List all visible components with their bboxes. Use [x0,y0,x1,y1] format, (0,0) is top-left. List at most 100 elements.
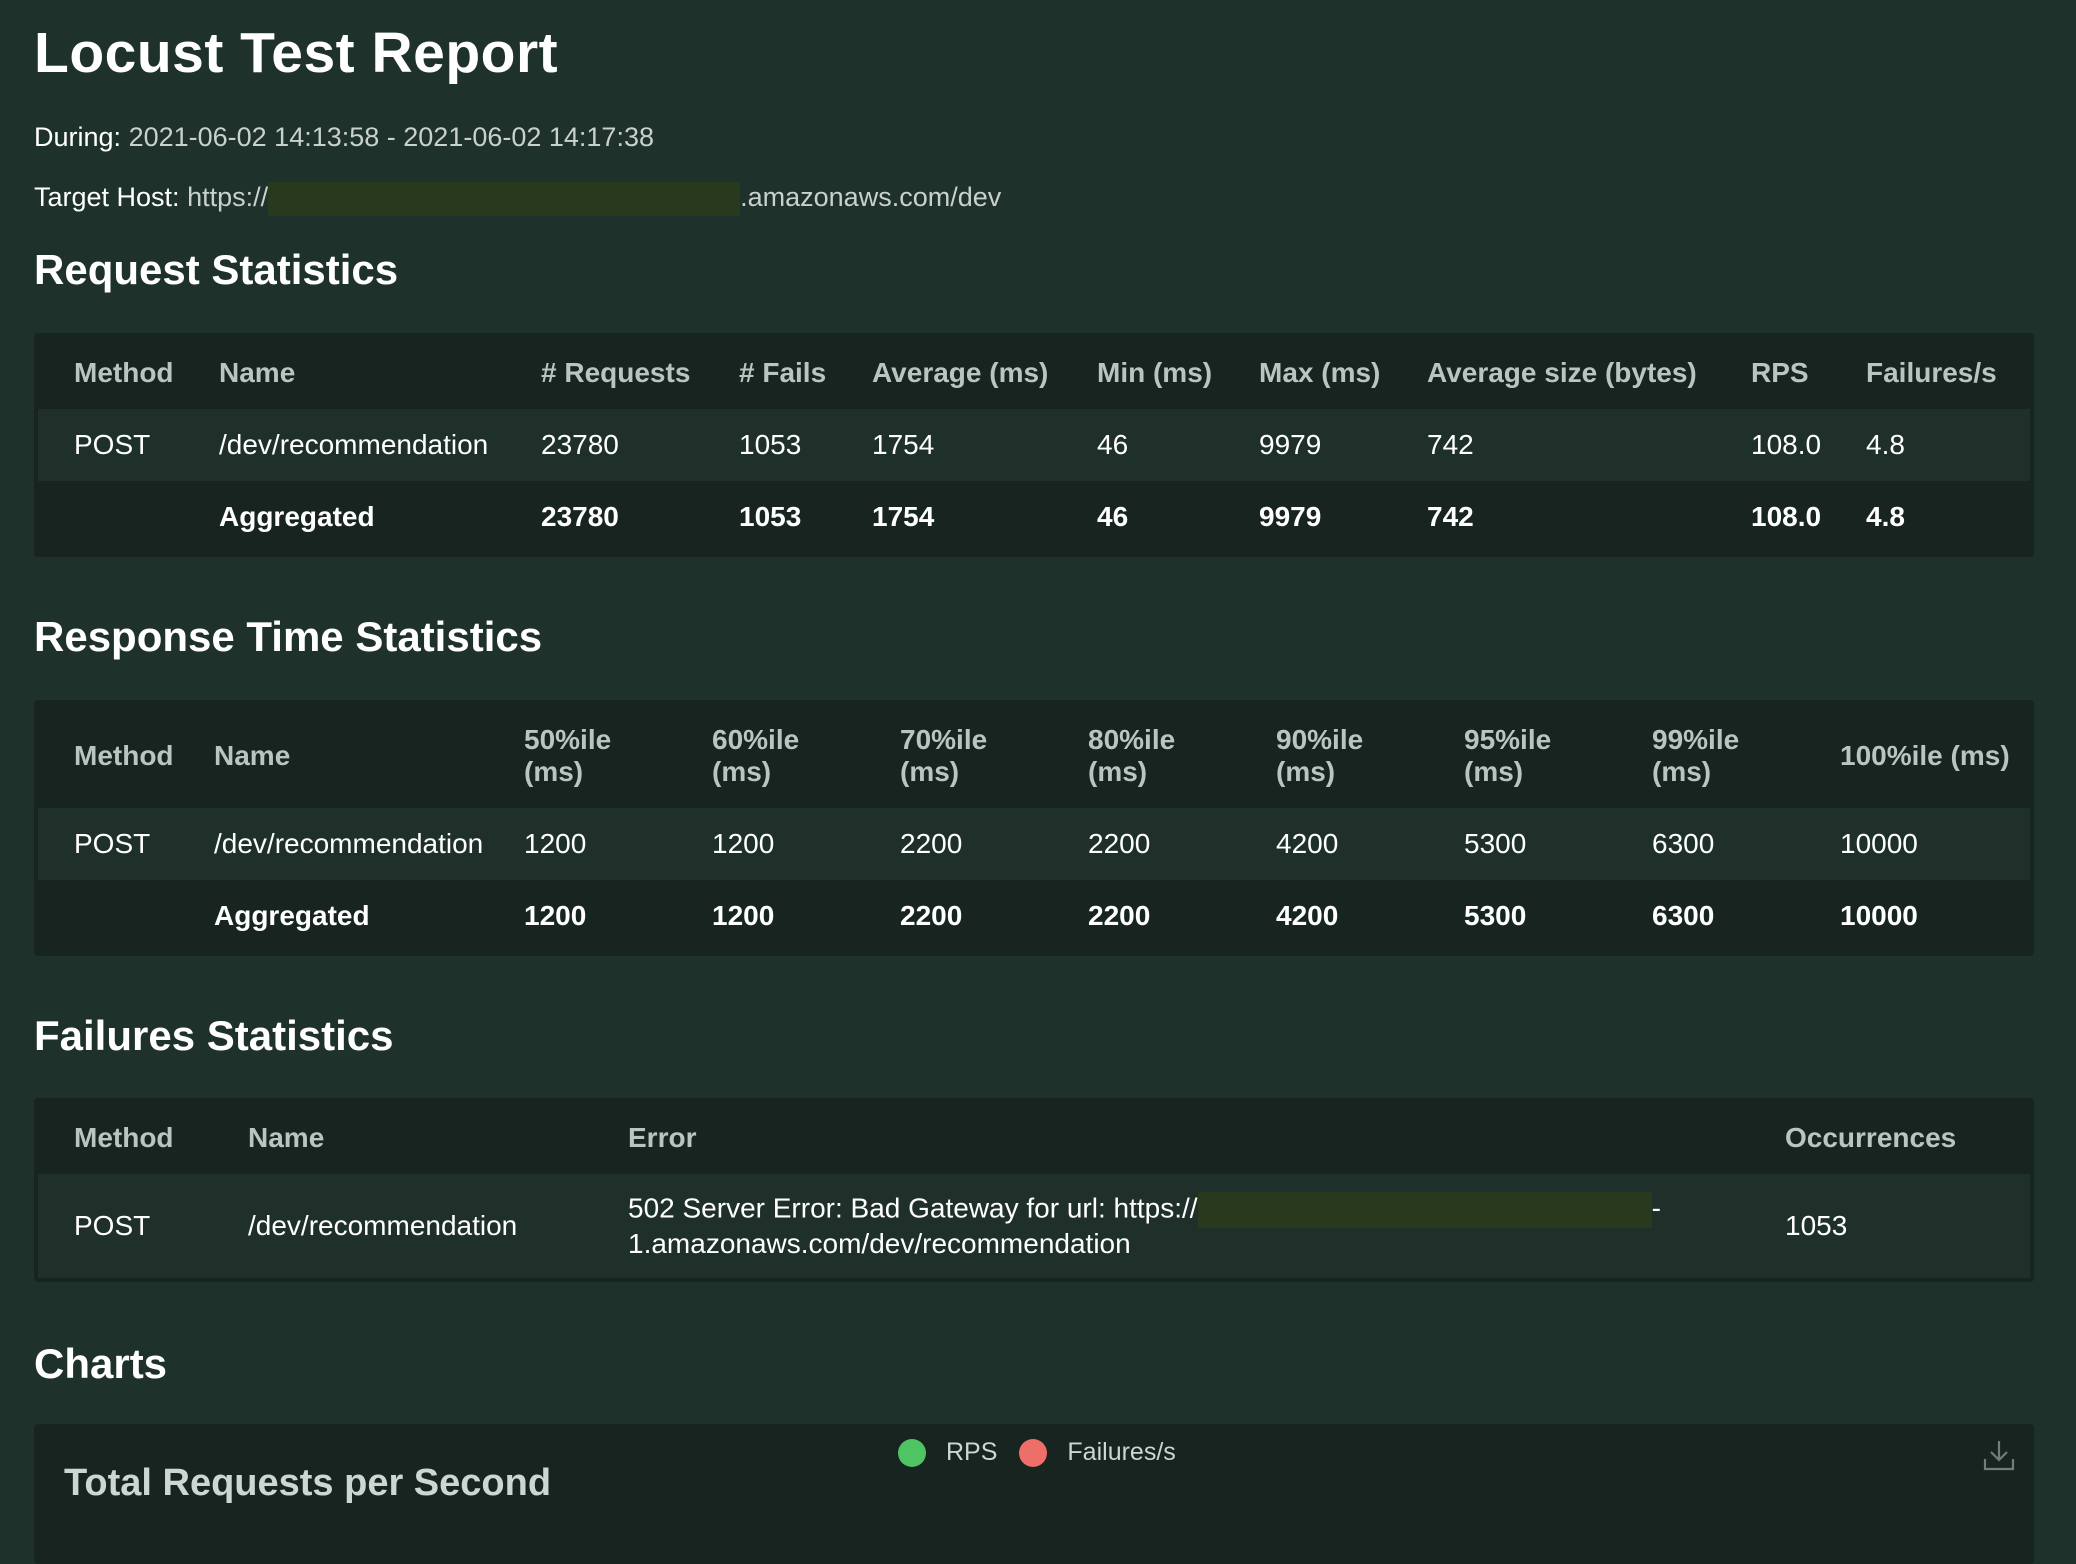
download-icon[interactable] [1982,1438,2016,1472]
page-title: Locust Test Report [34,21,559,85]
table-row: POST /dev/recommendation 23780 1053 1754… [38,409,2030,481]
table-cell: 5300 [1464,828,1527,859]
column-header[interactable]: Method [38,704,178,808]
table-cell: 4200 [1276,900,1339,931]
column-header[interactable]: Occurrences [1749,1102,2030,1174]
table-cell: 2200 [1088,900,1151,931]
charts-heading: Charts [34,1340,168,1387]
error-cell: 502 Server Error: Bad Gateway for url: h… [592,1174,1749,1278]
table-cell: /dev/recommendation [248,1210,518,1241]
table-cell: 9979 [1259,501,1322,532]
during-label: During: [34,122,122,152]
table-cell: 2200 [900,900,963,931]
column-header[interactable]: Name [178,704,488,808]
table-header-row: Method Name 50%ile (ms) 60%ile (ms) 70%i… [38,704,2030,808]
table-cell: 1200 [712,900,775,931]
error-text-suffix: 1.amazonaws.com/dev/recommendation [628,1228,1131,1259]
target-host-label: Target Host: [34,182,180,213]
column-header[interactable]: Name [212,1102,592,1174]
table-cell: 1754 [872,501,935,532]
column-header[interactable]: 99%ile (ms) [1616,704,1804,808]
column-header[interactable]: # Fails [703,337,836,409]
response-stats-heading: Response Time Statistics [34,613,543,660]
chart-title: Total Requests per Second [64,1462,552,1504]
column-header[interactable]: Method [38,337,183,409]
column-header[interactable]: Average (ms) [836,337,1061,409]
during-line: During: 2021-06-02 14:13:58 - 2021-06-02… [34,122,654,153]
table-cell [38,481,183,553]
aggregated-row: Aggregated 23780 1053 1754 46 9979 742 1… [38,481,2030,553]
chart-legend: RPS Failures/s [898,1438,1176,1467]
column-header[interactable]: 60%ile (ms) [676,704,864,808]
table-cell: 23780 [541,501,619,532]
table-cell: 742 [1427,429,1474,460]
legend-rps-dot[interactable] [898,1438,926,1467]
column-header[interactable]: Max (ms) [1223,337,1391,409]
table-cell: 5300 [1464,900,1527,931]
column-header[interactable]: # Requests [505,337,703,409]
table-cell: 9979 [1259,429,1322,460]
column-header[interactable]: RPS [1715,337,1830,409]
table-cell: 23780 [541,429,619,460]
table-cell: 1200 [524,828,587,859]
legend-failures-dot[interactable] [1019,1438,1048,1467]
column-header[interactable]: Average size (bytes) [1391,337,1715,409]
table-cell: Aggregated [214,900,370,931]
column-header[interactable]: Failures/s [1830,337,2030,409]
failures-stats-table: Method Name Error Occurrences POST /dev/… [38,1102,2030,1278]
table-cell: POST [74,429,151,460]
request-stats-heading: Request Statistics [34,246,399,293]
response-stats-panel: Method Name 50%ile (ms) 60%ile (ms) 70%i… [34,700,2034,956]
column-header[interactable]: 90%ile (ms) [1240,704,1428,808]
table-cell: 108.0 [1751,501,1822,532]
table-cell: 1053 [739,429,802,460]
redacted-block [268,182,741,216]
column-header[interactable]: 80%ile (ms) [1052,704,1240,808]
table-row: POST /dev/recommendation 502 Server Erro… [38,1174,2030,1278]
table-cell: 1200 [712,828,775,859]
table-cell: 46 [1097,429,1129,460]
table-cell: 4.8 [1866,429,1905,460]
table-cell: /dev/recommendation [219,429,489,460]
target-host-prefix: https:// [187,182,269,213]
table-cell: 46 [1097,501,1129,532]
aggregated-row: Aggregated 1200 1200 2200 2200 4200 5300… [38,880,2030,952]
column-header[interactable]: 70%ile (ms) [864,704,1052,808]
legend-failures-label[interactable]: Failures/s [1067,1438,1175,1467]
table-cell: 1200 [524,900,587,931]
table-cell: 6300 [1652,900,1715,931]
table-cell: 10000 [1840,828,1918,859]
table-cell: 1754 [872,429,935,460]
target-host-suffix: .amazonaws.com/dev [740,182,1002,213]
table-cell: 108.0 [1751,429,1822,460]
legend-rps-label[interactable]: RPS [946,1438,997,1467]
request-stats-panel: Method Name # Requests # Fails Average (… [34,333,2034,557]
column-header[interactable]: Min (ms) [1061,337,1223,409]
column-header[interactable]: Method [38,1102,212,1174]
table-cell: 10000 [1840,900,1918,931]
column-header[interactable]: Error [592,1102,1749,1174]
column-header[interactable]: 100%ile (ms) [1804,704,2030,808]
table-row: POST /dev/recommendation 1200 1200 2200 … [38,808,2030,880]
table-cell: 742 [1427,501,1474,532]
request-stats-table: Method Name # Requests # Fails Average (… [38,337,2030,553]
table-cell: 2200 [1088,828,1151,859]
failures-stats-heading: Failures Statistics [34,1012,394,1059]
table-cell: 4.8 [1866,501,1905,532]
table-cell: Aggregated [219,501,375,532]
failures-stats-panel: Method Name Error Occurrences POST /dev/… [34,1098,2034,1282]
table-cell: 1053 [1785,1210,1848,1241]
error-text-prefix: 502 Server Error: Bad Gateway for url: h… [628,1192,1198,1224]
table-header-row: Method Name Error Occurrences [38,1102,2030,1174]
table-cell [38,880,178,952]
during-value: 2021-06-02 14:13:58 - 2021-06-02 14:17:3… [128,122,654,152]
table-cell: /dev/recommendation [214,828,484,859]
table-header-row: Method Name # Requests # Fails Average (… [38,337,2030,409]
target-host-line: Target Host: https:// .amazonaws.com/dev [34,182,1001,216]
column-header[interactable]: 95%ile (ms) [1428,704,1616,808]
table-cell: 1053 [739,501,802,532]
redacted-block [1197,1192,1652,1228]
column-header[interactable]: Name [183,337,505,409]
column-header[interactable]: 50%ile (ms) [488,704,676,808]
response-stats-table: Method Name 50%ile (ms) 60%ile (ms) 70%i… [38,704,2030,952]
